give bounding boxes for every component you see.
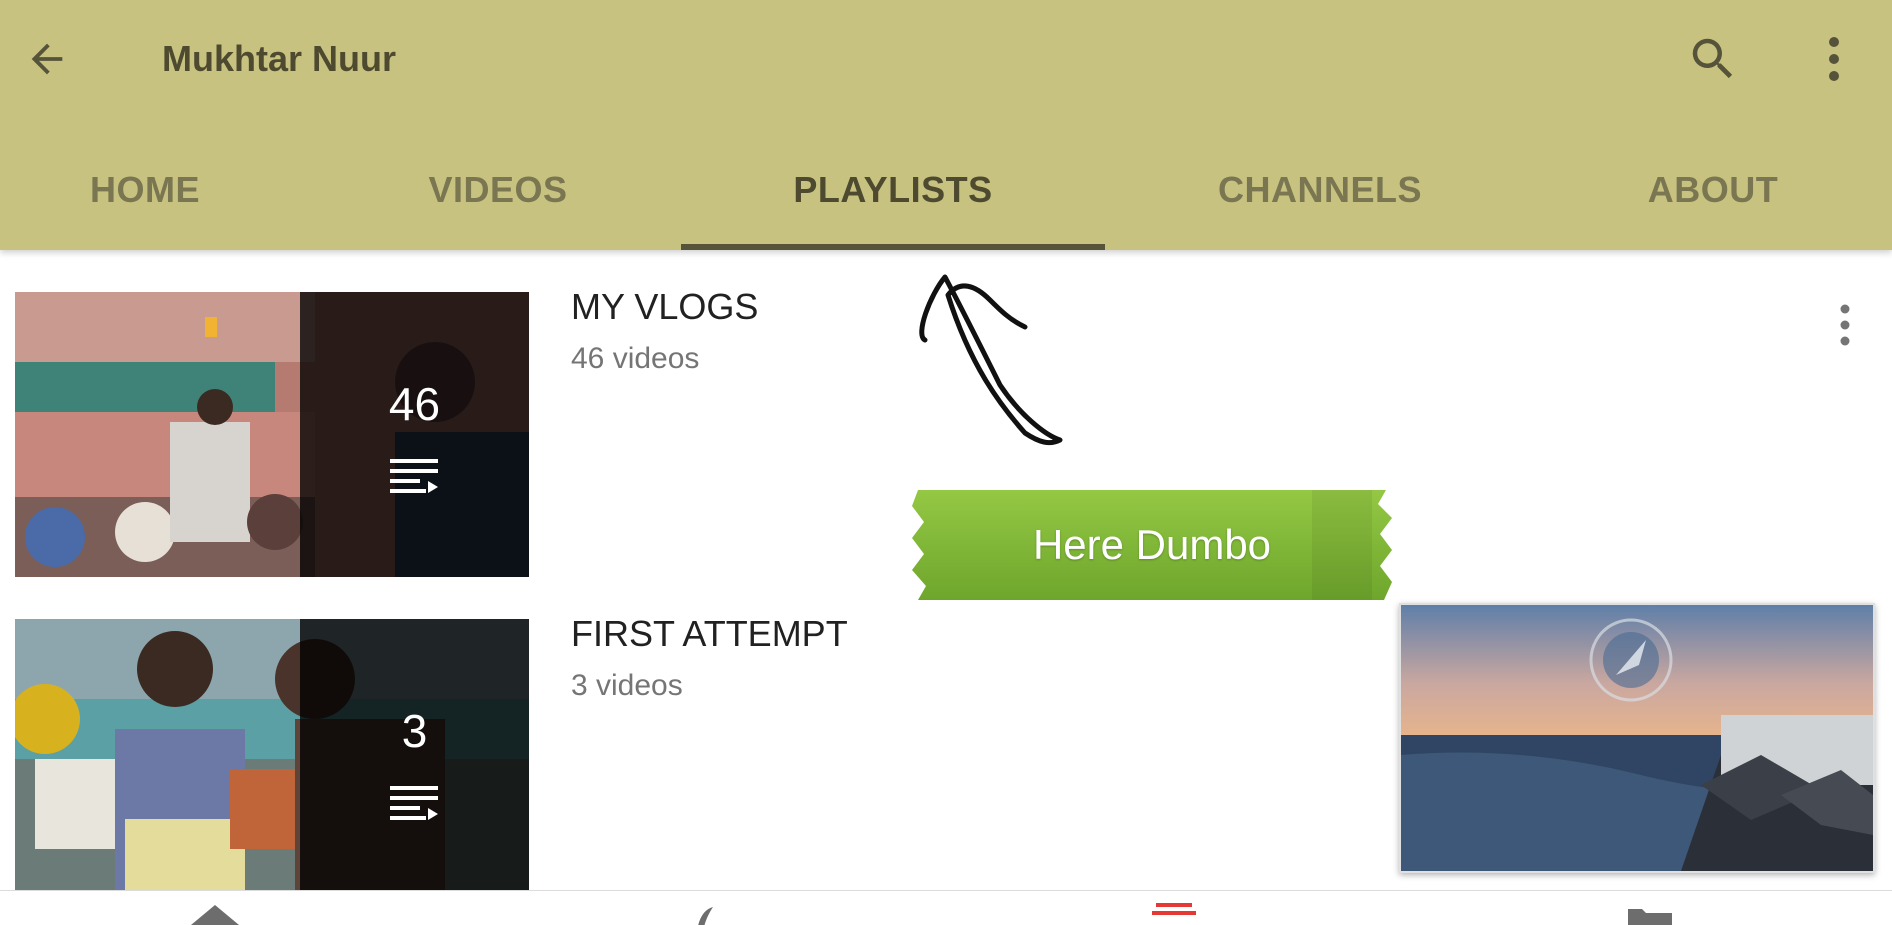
tab-about[interactable]: ABOUT: [1600, 130, 1826, 250]
channel-title: Mukhtar Nuur: [162, 38, 396, 79]
annotation-label: Here Dumbo: [1032, 521, 1272, 568]
hand-drawn-arrow: [919, 274, 1063, 446]
playlist-title[interactable]: FIRST ATTEMPT: [571, 613, 848, 655]
more-vert-icon: [1829, 37, 1839, 81]
channel-tabs: HOME VIDEOS PLAYLISTS CHANNELS ABOUT: [0, 130, 1892, 250]
tab-videos[interactable]: VIDEOS: [380, 130, 616, 250]
search-icon: [1692, 38, 1733, 79]
channel-logo-watermark: [1589, 618, 1673, 702]
video-count-overlay: 46: [300, 292, 529, 577]
playlist-icon: [389, 458, 438, 493]
search-button[interactable]: [1680, 26, 1746, 92]
app-bar: Mukhtar Nuur HOME VIDEOS PLAYLISTS CHANN…: [0, 0, 1892, 250]
tab-channels[interactable]: CHANNELS: [1180, 130, 1460, 250]
trending-icon[interactable]: [665, 901, 725, 925]
playlist-video-count: 46 videos: [571, 342, 700, 375]
video-count: 3: [401, 704, 428, 757]
playlist-title[interactable]: MY VLOGS: [571, 286, 758, 328]
playlist-thumbnail[interactable]: 3: [15, 619, 529, 904]
mini-player[interactable]: [1399, 603, 1875, 873]
library-icon[interactable]: [1620, 901, 1680, 925]
arrow-left-icon: [31, 43, 63, 75]
playlist-more-options-icon[interactable]: [1830, 302, 1860, 348]
tab-playlists[interactable]: PLAYLISTS: [681, 130, 1105, 250]
video-count-overlay: 3: [300, 619, 529, 904]
subscriptions-icon[interactable]: [1144, 901, 1204, 925]
playlist-video-count: 3 videos: [571, 669, 683, 702]
video-count: 46: [388, 377, 441, 430]
more-options-button[interactable]: [1806, 26, 1862, 92]
playlist-thumbnail[interactable]: 46: [15, 292, 529, 577]
mini-player-video: [1401, 605, 1873, 871]
bottom-navigation: [0, 890, 1892, 925]
back-button[interactable]: [14, 26, 80, 92]
playlist-icon: [389, 785, 438, 820]
tab-home[interactable]: HOME: [30, 130, 260, 250]
home-icon[interactable]: [185, 901, 245, 925]
